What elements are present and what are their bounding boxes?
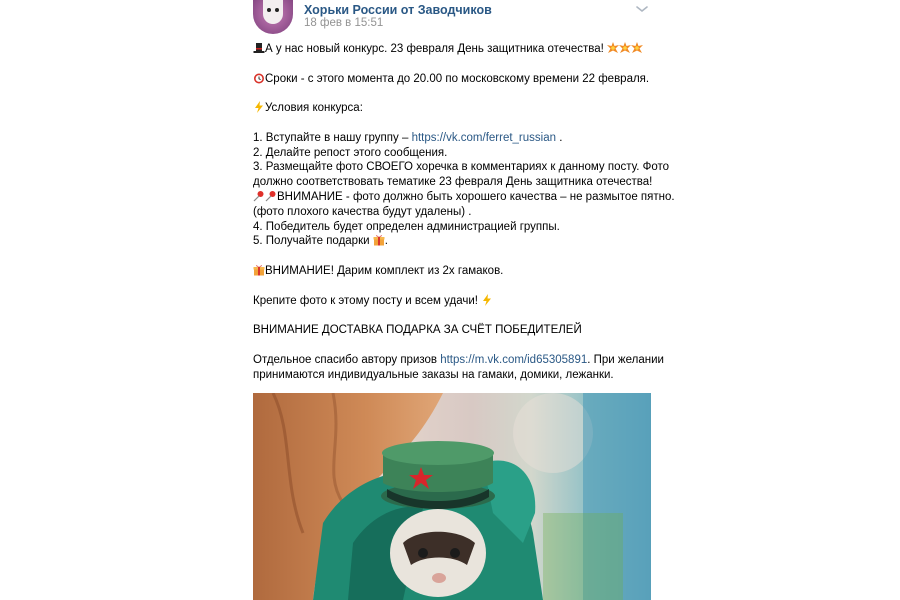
rule-3-cont: должно соответствовать тематике 23 февра…	[253, 176, 653, 189]
rule-1-end: .	[556, 131, 563, 144]
burst-icon	[607, 42, 620, 53]
rule-3: 3. Размещайте фото СВОЕГО хоречка в комм…	[253, 161, 670, 174]
post-text: А у нас новый конкурс. 23 февраля День з…	[253, 42, 675, 382]
burst-icon	[619, 42, 632, 53]
rule-5-end: .	[384, 235, 388, 248]
ferret-photo-illustration	[253, 393, 651, 600]
gift-icon	[373, 235, 385, 246]
burst-icon	[631, 42, 644, 53]
thanks-text: Отдельное спасибо автору призов	[253, 353, 441, 366]
group-name-link[interactable]: Хорьки России от Заводчиков	[304, 3, 492, 17]
eye	[267, 8, 271, 12]
post-photo[interactable]	[253, 393, 651, 600]
pushpin-icon	[253, 190, 264, 202]
good-luck-text: Крепите фото к этому посту и всем удачи!	[253, 294, 478, 307]
eye	[275, 8, 279, 12]
chevron-down-icon[interactable]	[635, 4, 649, 14]
gift-icon	[253, 265, 265, 276]
rule-4: 4. Победитель будет определен администра…	[253, 220, 560, 233]
top-hat-icon	[253, 43, 265, 53]
quality-warning: ВНИМАНИЕ - фото должно быть хорошего кач…	[277, 190, 675, 203]
delivery-notice: ВНИМАНИЕ ДОСТАВКА ПОДАРКА ЗА СЧЁТ ПОБЕДИ…	[253, 324, 582, 337]
quality-warning-cont: (фото плохого качества будут удалены) .	[253, 205, 472, 218]
custom-orders-text: принимаются индивидуальные заказы на гам…	[253, 368, 614, 381]
rule-1-text: 1. Вступайте в нашу группу –	[253, 131, 412, 144]
group-link[interactable]: https://vk.com/ferret_russian	[412, 132, 556, 144]
author-link[interactable]: https://m.vk.com/id65305891	[440, 354, 587, 366]
pushpin-icon	[265, 190, 276, 202]
text-line: А у нас новый конкурс. 23 февраля День з…	[253, 42, 651, 57]
thanks-text-end: . При желании	[587, 353, 664, 366]
prize-text: ВНИМАНИЕ! Дарим комплект из 2х гамаков.	[265, 264, 504, 277]
text-line: ВНИМАНИЕ! Дарим комплект из 2х гамаков.	[253, 264, 651, 279]
text-line: Сроки - с этого момента до 20.00 по моск…	[253, 72, 651, 87]
group-avatar[interactable]	[253, 0, 293, 34]
contest-intro: А у нас новый конкурс. 23 февраля День з…	[265, 43, 604, 55]
post-date[interactable]: 18 фев в 15:51	[304, 17, 383, 29]
deadline-text: Сроки - с этого момента до 20.00 по моск…	[265, 72, 650, 85]
conditions-heading: Условия конкурса:	[265, 102, 363, 115]
text-line: 1. Вступайте в нашу группу – https://vk.…	[253, 131, 651, 146]
text-line: ВНИМАНИЕ - фото должно быть хорошего кач…	[253, 190, 675, 205]
lightning-icon	[255, 101, 263, 114]
ferret-face	[263, 0, 283, 24]
alarm-icon	[254, 73, 264, 84]
text-line: Отдельное спасибо автору призов https://…	[253, 353, 664, 368]
rule-2: 2. Делайте репост этого сообщения.	[253, 146, 448, 159]
text-line: 5. Получайте подарки .	[253, 234, 651, 249]
text-line: Условия конкурса:	[253, 101, 651, 116]
lightning-icon	[483, 293, 492, 306]
text-line: Крепите фото к этому посту и всем удачи!	[253, 293, 651, 309]
rule-5: 5. Получайте подарки	[253, 235, 370, 248]
wall-post: Хорьки России от Заводчиков 18 фев в 15:…	[253, 0, 675, 600]
